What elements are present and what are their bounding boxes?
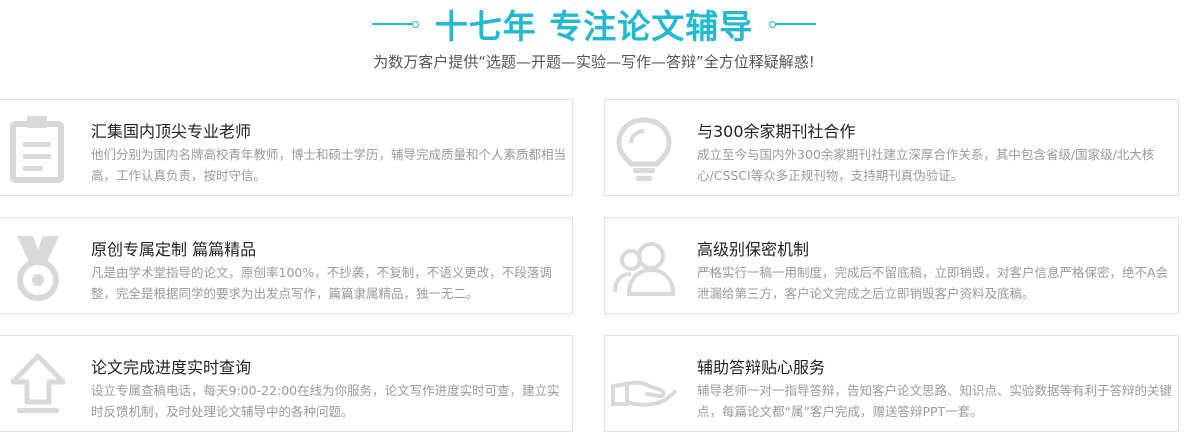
feature-card-teachers: 汇集国内顶尖专业老师 他们分别为国内名牌高校青年教师，博士和硕士学历，辅导完成质… [0, 99, 573, 196]
title-decoration-left [371, 20, 419, 28]
feature-title: 高级别保密机制 [697, 240, 810, 259]
title-decoration-right [769, 20, 817, 28]
users-icon [609, 228, 679, 304]
title-row: 十七年 专注论文辅导 [0, 2, 1188, 46]
upload-arrow-icon [3, 346, 73, 422]
feature-title: 汇集国内顶尖专业老师 [91, 122, 252, 141]
clipboard-icon [3, 110, 73, 186]
feature-card-confidential: 高级别保密机制 严格实行一稿一用制度，完成后不留底稿，立即销毁，对客户信息严格保… [604, 217, 1179, 314]
feature-card-progress: 论文完成进度实时查询 设立专属查稿电话，每天9:00-22:00在线为你服务，论… [0, 335, 573, 432]
section-subtitle: 为数万客户提供“选题—开题—实验—写作—答辩”全方位释疑解惑! [373, 53, 815, 71]
feature-card-original: 原创专属定制 篇篇精品 凡是由学术堂指导的论文，原创率100%，不抄袭，不复制，… [0, 217, 573, 314]
feature-desc: 辅导老师一对一指导答辩，告知客户论文思路、知识点、实验数据等有利于答辩的关键点，… [697, 383, 1173, 419]
feature-title: 与300余家期刊社合作 [697, 122, 856, 141]
feature-card-defense: 辅助答辩贴心服务 辅导老师一对一指导答辩，告知客户论文思路、知识点、实验数据等有… [604, 335, 1179, 432]
medal-icon [3, 228, 73, 304]
feature-card-journals: 与300余家期刊社合作 成立至今与国内外300余家期刊社建立深厚合作关系，其中包… [604, 99, 1179, 196]
lightbulb-icon [609, 110, 679, 186]
feature-title: 原创专属定制 篇篇精品 [91, 240, 257, 259]
section-header: 十七年 专注论文辅导 为数万客户提供“选题—开题—实验—写作—答辩”全方位释疑解… [0, 0, 1188, 90]
feature-desc: 凡是由学术堂指导的论文，原创率100%，不抄袭，不复制，不语义更改，不段落调整，… [91, 265, 552, 301]
feature-desc: 严格实行一稿一用制度，完成后不留底稿，立即销毁，对客户信息严格保密，绝不A会泄漏… [697, 265, 1169, 301]
feature-desc: 他们分别为国内名牌高校青年教师，博士和硕士学历，辅导完成质量和个人素质都相当高，… [91, 147, 567, 183]
feature-title: 论文完成进度实时查询 [91, 358, 252, 377]
feature-title: 辅助答辩贴心服务 [697, 358, 826, 377]
feature-desc: 设立专属查稿电话，每天9:00-22:00在线为你服务，论文写作进度实时可查，建… [91, 383, 560, 419]
helping-hand-icon [609, 346, 679, 422]
feature-desc: 成立至今与国内外300余家期刊社建立深厚合作关系，其中包含省级/国家级/北大核心… [697, 147, 1155, 183]
section-title: 十七年 专注论文辅导 [434, 7, 754, 46]
